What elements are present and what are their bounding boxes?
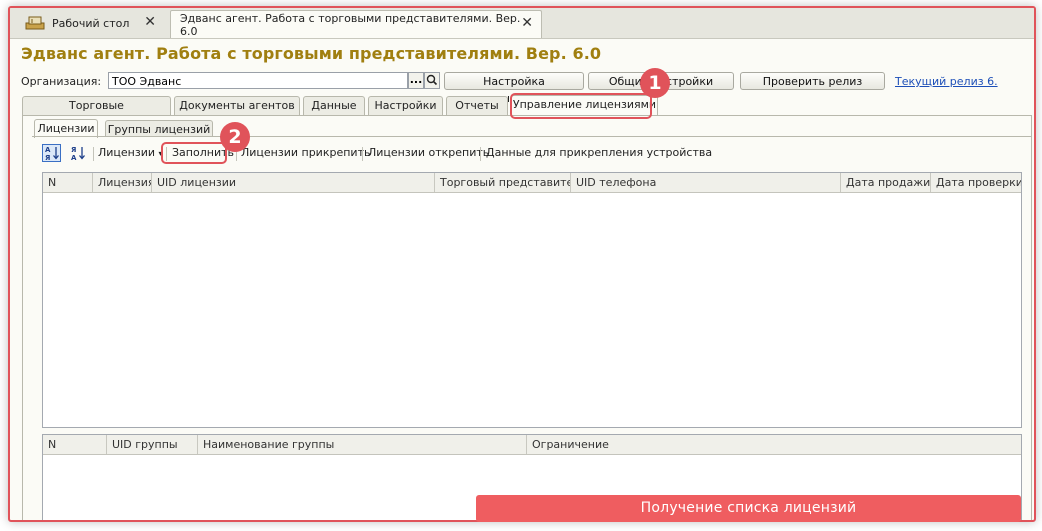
desktop-icon xyxy=(24,15,46,31)
column-header-phone-uid[interactable]: UID телефона xyxy=(571,173,841,192)
svg-text:А: А xyxy=(45,146,51,154)
tab-sales-reps[interactable]: Торговые представители xyxy=(22,96,171,130)
tab-current-form[interactable]: Эдванс агент. Работа с торговыми предста… xyxy=(170,10,542,38)
app-window: Рабочий стол ✕ Эдванс агент. Работа с то… xyxy=(8,6,1036,522)
licenses-table[interactable]: N Лицензия UID лицензии Торговый предста… xyxy=(42,172,1022,428)
select-button[interactable]: ... xyxy=(408,72,424,89)
current-release-link[interactable]: Текущий релиз 6. xyxy=(895,75,998,88)
column-header-license[interactable]: Лицензия xyxy=(93,173,152,192)
toolbar-divider xyxy=(362,147,363,161)
tab-desktop-label: Рабочий стол xyxy=(52,16,130,30)
column-header-check-date[interactable]: Дата проверки xyxy=(931,173,1021,192)
column-header-license-uid[interactable]: UID лицензии xyxy=(152,173,435,192)
close-icon[interactable]: ✕ xyxy=(521,16,533,30)
check-release-button[interactable]: Проверить релиз xyxy=(740,72,885,90)
page-title: Эдванс агент. Работа с торговыми предста… xyxy=(21,44,602,63)
tab-desktop[interactable]: Рабочий стол ✕ xyxy=(16,10,164,36)
tab-license-groups[interactable]: Группы лицензий xyxy=(105,120,213,137)
organization-field[interactable]: ТОО Эдванс xyxy=(108,72,408,89)
window-tab-bar: Рабочий стол ✕ Эдванс агент. Работа с то… xyxy=(10,8,1034,39)
caption-banner: Получение списка лицензий xyxy=(476,495,1021,522)
toolbar-divider xyxy=(93,147,94,161)
attach-licenses-button[interactable]: Лицензии прикрепить xyxy=(241,146,370,159)
toolbar-divider xyxy=(480,147,481,161)
column-header-n[interactable]: N xyxy=(43,435,107,454)
tab-reports[interactable]: Отчеты xyxy=(446,96,508,115)
column-header-n[interactable]: N xyxy=(43,173,93,192)
step-marker-1: 1 xyxy=(640,68,670,98)
column-header-sale-date[interactable]: Дата продажи xyxy=(841,173,931,192)
column-header-sales-rep[interactable]: Торговый представитель xyxy=(435,173,571,192)
tab-agent-documents[interactable]: Документы агентов xyxy=(174,96,300,115)
licenses-table-header: N Лицензия UID лицензии Торговый предста… xyxy=(43,173,1021,193)
search-icon[interactable] xyxy=(424,72,440,89)
svg-text:А: А xyxy=(71,154,77,162)
step-marker-2: 2 xyxy=(220,122,250,152)
close-icon[interactable]: ✕ xyxy=(144,15,156,29)
detach-licenses-button[interactable]: Лицензии открепить xyxy=(368,146,489,159)
licenses-menu-label: Лицензии xyxy=(98,146,156,159)
tab-current-form-label: Эдванс агент. Работа с торговыми предста… xyxy=(180,11,521,38)
organization-row: Организация: ТОО Эдванс ... Настройка ор… xyxy=(21,72,1031,105)
licenses-menu[interactable]: Лицензии ▾ xyxy=(98,146,163,159)
organization-label: Организация: xyxy=(21,75,102,88)
org-settings-button[interactable]: Настройка организации xyxy=(444,72,584,105)
tab-settings[interactable]: Настройки xyxy=(368,96,443,115)
sort-asc-icon[interactable]: А Я xyxy=(42,144,62,165)
tab-data[interactable]: Данные xyxy=(303,96,365,115)
svg-text:Я: Я xyxy=(71,146,76,154)
column-header-group-uid[interactable]: UID группы xyxy=(107,435,198,454)
highlight-fill-button xyxy=(161,142,227,164)
groups-table-header: N UID группы Наименование группы Огранич… xyxy=(43,435,1021,455)
sort-desc-icon[interactable]: Я А xyxy=(68,144,88,165)
column-header-group-name[interactable]: Наименование группы xyxy=(198,435,527,454)
device-data-button[interactable]: Данные для прикрепления устройства xyxy=(486,146,712,159)
column-header-limit[interactable]: Ограничение xyxy=(527,435,1021,454)
highlight-license-management-tab xyxy=(510,93,652,119)
svg-text:Я: Я xyxy=(45,154,50,162)
